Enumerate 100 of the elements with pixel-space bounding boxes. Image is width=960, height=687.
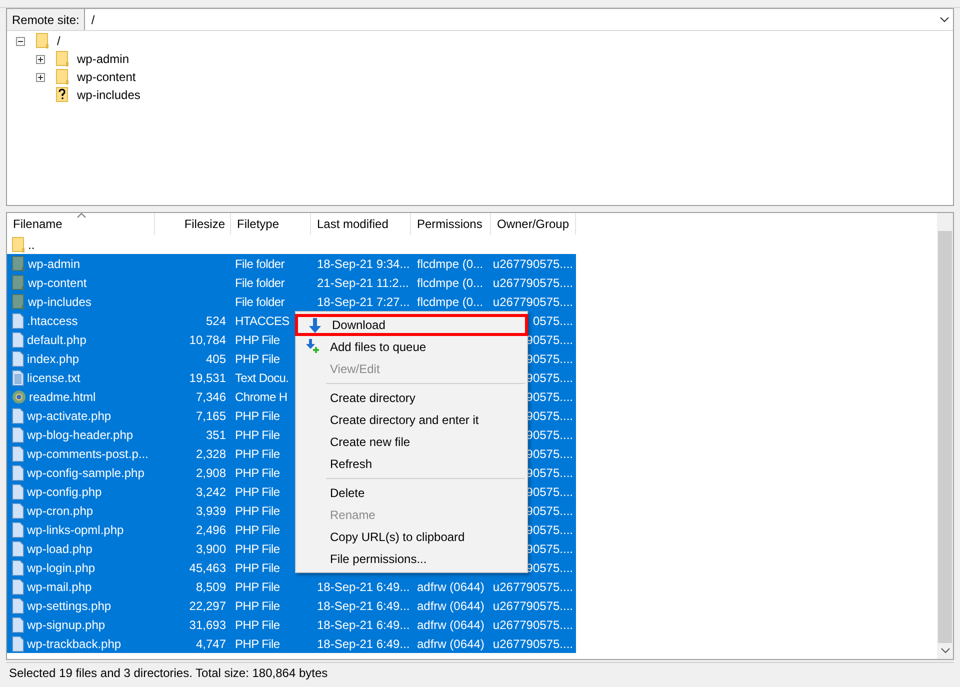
modified-date: 18-Sep-21 7:27... (317, 294, 410, 308)
expand-icon[interactable] (36, 72, 45, 82)
folder-icon (12, 256, 25, 272)
file-icon (12, 522, 24, 538)
file-row[interactable]: wp-admin File folder 18-Sep-21 9:34... flcdmpe (0... u267790575.... (7, 254, 576, 273)
file-name: wp-content (28, 274, 87, 292)
file-name: wp-admin (28, 256, 80, 272)
file-size: 22,297 (189, 598, 226, 612)
file-size: 3,900 (196, 542, 226, 556)
globe-icon (12, 390, 26, 404)
file-type: PHP File (235, 332, 280, 346)
owner-group: 90575.... (526, 352, 573, 366)
file-type: PHP File (235, 504, 280, 518)
dropdown-caret-icon[interactable] (940, 16, 949, 22)
file-name: wp-mail.php (27, 578, 92, 596)
file-icon (12, 484, 24, 500)
file-icon (12, 446, 24, 462)
status-text: Selected 19 files and 3 directories. Total size: 180,864 bytes (9, 664, 328, 682)
owner-group: u267790575.... (492, 598, 573, 612)
folder-icon (12, 274, 25, 290)
owner-group: 90575.... (526, 560, 573, 574)
file-name: wp-login.php (27, 560, 96, 576)
file-name: wp-includes (28, 294, 92, 310)
file-icon (12, 312, 24, 328)
file-name: wp-comments-post.p... (27, 446, 148, 462)
modified-date: 18-Sep-21 6:49... (317, 636, 410, 650)
file-type: File folder (235, 294, 284, 308)
collapse-icon[interactable] (16, 36, 25, 46)
file-icon (12, 332, 24, 348)
file-type: PHP File (235, 352, 280, 366)
menu-item[interactable]: Delete (296, 482, 527, 504)
file-row[interactable]: wp-trackback.php 4,747 PHP File 18-Sep-21 6:49... adfrw (0644) u267790575.... (7, 634, 576, 653)
tree-item[interactable]: / (57, 32, 60, 50)
owner-group: u267790575.... (492, 256, 573, 270)
owner-group: u267790575.... (492, 580, 573, 594)
permissions: adfrw (0644) (417, 598, 484, 612)
file-icon (12, 636, 24, 652)
file-type: Text Docu. (235, 370, 289, 384)
modified-date: 18-Sep-21 6:49... (317, 618, 410, 632)
folder-icon (36, 33, 49, 49)
text-file-icon (12, 370, 24, 386)
permissions: adfrw (0644) (417, 618, 484, 632)
permissions: flcdmpe (0... (417, 256, 484, 270)
add-download-icon (306, 339, 320, 355)
file-size: 31,693 (189, 618, 226, 632)
file-name: wp-trackback.php (27, 636, 122, 652)
file-row[interactable]: wp-includes File folder 18-Sep-21 7:27... flcdmpe (0... u267790575.... (7, 292, 576, 311)
file-size: 2,328 (196, 446, 226, 460)
remote-path-field[interactable]: / (85, 9, 953, 30)
file-type: PHP File (235, 560, 280, 574)
owner-group: 90575.... (526, 484, 573, 498)
owner-group: 90575.... (526, 446, 573, 460)
file-type: PHP File (235, 636, 280, 650)
file-row[interactable]: wp-content File folder 21-Sep-21 11:2... flcdmpe (0... u267790575.... (7, 273, 576, 292)
expand-icon[interactable] (36, 54, 45, 64)
file-size: 524 (206, 314, 226, 328)
owner-group: 90575.... (526, 504, 573, 518)
file-name: wp-settings.php (27, 598, 112, 614)
file-icon (12, 578, 24, 594)
file-type: PHP File (235, 542, 280, 556)
owner-group: 90575.... (526, 522, 573, 536)
file-name: default.php (27, 332, 86, 348)
file-size: 19,531 (189, 370, 226, 384)
menu-item[interactable]: Create directory (296, 387, 527, 409)
file-size: 2,496 (196, 522, 226, 536)
permissions: adfrw (0644) (417, 580, 484, 594)
file-type: PHP File (235, 580, 280, 594)
menu-item[interactable]: Download (295, 314, 528, 336)
folder-icon (56, 69, 69, 85)
file-size: 7,346 (196, 390, 226, 404)
file-type: PHP File (235, 598, 280, 612)
file-type: File folder (235, 256, 284, 270)
tree-item[interactable]: wp-admin (77, 50, 130, 68)
file-icon (12, 408, 24, 424)
owner-group: 90575.... (526, 390, 573, 404)
file-size: 8,509 (196, 580, 226, 594)
tree-item[interactable]: wp-content (77, 68, 136, 86)
tree-item[interactable]: wp-includes (77, 86, 140, 104)
owner-group: u267790575.... (492, 618, 573, 632)
file-name: wp-config.php (27, 484, 102, 500)
file-size: 405 (206, 352, 226, 366)
permissions: flcdmpe (0... (417, 276, 484, 290)
file-icon (12, 540, 24, 556)
file-size: 2,908 (196, 466, 226, 480)
owner-group: 90575.... (526, 466, 573, 480)
owner-group: 90575.... (526, 408, 573, 422)
file-icon (12, 616, 24, 632)
file-name: .. (28, 236, 35, 254)
file-icon (12, 598, 24, 614)
folder-icon (56, 51, 69, 67)
file-icon (12, 350, 24, 366)
file-type: PHP File (235, 446, 280, 460)
file-row[interactable]: wp-settings.php 22,297 PHP File 18-Sep-21 6:49... adfrw (0644) u267790575.... (7, 596, 576, 615)
scroll-down-icon[interactable] (940, 648, 950, 654)
file-row[interactable]: wp-mail.php 8,509 PHP File 18-Sep-21 6:49... adfrw (0644) u267790575.... (7, 577, 576, 596)
file-row[interactable]: wp-signup.php 31,693 PHP File 18-Sep-21 6:49... adfrw (0644) u267790575.... (7, 615, 576, 634)
file-name: wp-blog-header.php (27, 426, 134, 444)
owner-group: 90575.... (526, 542, 573, 556)
file-icon (12, 464, 24, 480)
scrollbar[interactable] (937, 213, 953, 659)
